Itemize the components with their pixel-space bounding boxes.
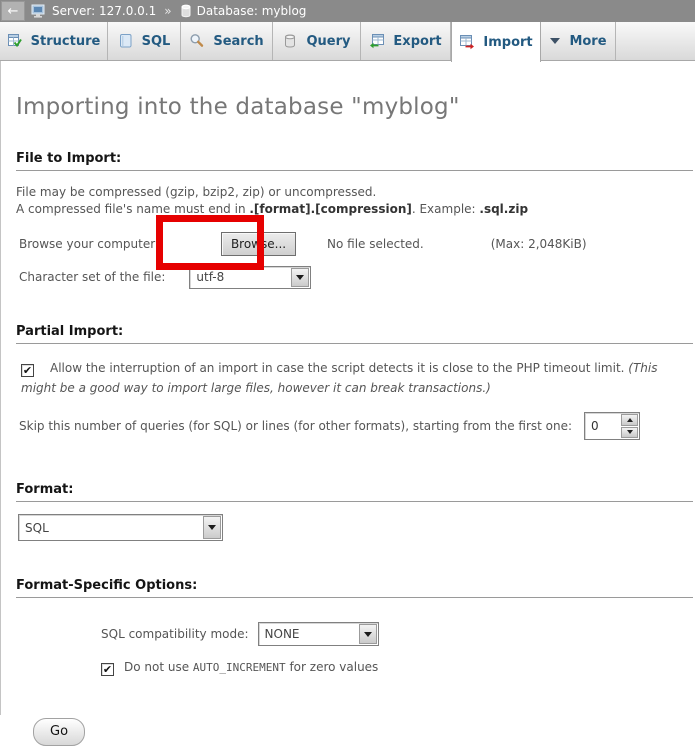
query-database-icon: [282, 33, 298, 49]
sql-compat-select[interactable]: NONE: [258, 622, 379, 646]
tab-label: Import: [483, 35, 532, 50]
tab-label: More: [569, 34, 606, 49]
chevron-down-icon: [296, 275, 304, 280]
tab-export[interactable]: Export: [361, 22, 451, 60]
structure-table-icon: [7, 33, 23, 49]
browse-label: Browse your computer:: [19, 237, 159, 251]
auto-increment-label-prefix: Do not use: [124, 660, 193, 674]
section-file-to-import: File to Import:: [16, 151, 693, 171]
tab-import[interactable]: Import: [451, 22, 541, 62]
breadcrumb-server-link[interactable]: Server: 127.0.0.1: [52, 4, 156, 18]
import-icon: [459, 34, 475, 50]
section-format: Format:: [16, 482, 693, 502]
sql-compat-selected-value: NONE: [259, 623, 358, 645]
charset-label: Character set of the file:: [19, 270, 165, 284]
breadcrumb-bar: ← Server: 127.0.0.1 » Database: myblog: [0, 0, 695, 22]
tab-query[interactable]: Query: [273, 22, 361, 60]
charset-dropdown-button[interactable]: [291, 268, 309, 287]
compression-line2-mid: . Example:: [412, 202, 480, 216]
breadcrumb-database-link[interactable]: Database: myblog: [197, 4, 307, 18]
chevron-down-icon: [364, 632, 372, 637]
compression-line1: File may be compressed (gzip, bzip2, zip…: [16, 185, 376, 199]
browse-button[interactable]: Browse...: [221, 232, 296, 256]
section-partial-import: Partial Import:: [16, 324, 693, 344]
tab-strip: Structure SQL Search Query: [0, 22, 695, 61]
tab-label: Export: [393, 34, 441, 49]
tab-label: Search: [213, 34, 263, 49]
section-format-specific-options: Format-Specific Options:: [16, 578, 693, 598]
allow-interrupt-checkbox[interactable]: ✔: [21, 364, 34, 377]
tab-structure[interactable]: Structure: [0, 22, 108, 60]
allow-interrupt-row: ✔ Allow the interruption of an import in …: [16, 358, 678, 398]
max-upload-size: (Max: 2,048KiB): [491, 237, 587, 251]
back-arrow-button[interactable]: ←: [1, 1, 25, 21]
compression-format-pattern: .[format].[compression]: [249, 202, 411, 216]
spinner-down-button[interactable]: [621, 427, 638, 439]
skip-queries-spinner: [584, 412, 640, 440]
server-icon: [31, 4, 47, 19]
chevron-up-icon: [627, 418, 633, 422]
compression-example: .sql.zip: [479, 202, 528, 216]
breadcrumb-separator: »: [164, 4, 171, 18]
tab-label: Query: [306, 34, 350, 49]
chevron-down-icon: [627, 430, 633, 434]
sql-compat-dropdown-button[interactable]: [359, 624, 377, 644]
breadcrumb: Server: 127.0.0.1 » Database: myblog: [31, 4, 306, 19]
charset-select[interactable]: utf-8: [189, 266, 311, 289]
format-selected-value: SQL: [19, 515, 202, 540]
auto-increment-keyword: AUTO_INCREMENT: [193, 661, 286, 674]
charset-selected-value: utf-8: [190, 267, 290, 288]
tab-label: SQL: [142, 34, 171, 49]
format-select[interactable]: SQL: [18, 514, 223, 541]
compression-line2-prefix: A compressed file's name must end in: [16, 202, 249, 216]
export-icon: [369, 33, 385, 49]
tab-more[interactable]: More: [541, 22, 616, 60]
sql-page-icon: [118, 33, 134, 49]
allow-interrupt-label: Allow the interruption of an import in c…: [50, 361, 628, 375]
auto-increment-label-suffix: for zero values: [286, 660, 379, 674]
spinner-up-button[interactable]: [621, 414, 638, 426]
database-icon: [180, 4, 192, 18]
tab-label: Structure: [31, 34, 101, 49]
tab-sql[interactable]: SQL: [108, 22, 181, 60]
go-button[interactable]: Go: [33, 718, 85, 746]
page-title: Importing into the database "myblog": [16, 61, 695, 120]
charset-row: Character set of the file: utf-8: [16, 265, 695, 289]
no-file-selected-text: No file selected.: [327, 237, 424, 251]
skip-queries-input[interactable]: [585, 413, 620, 439]
import-page: Importing into the database "myblog" Fil…: [0, 61, 695, 715]
skip-queries-row: Skip this number of queries (for SQL) or…: [16, 411, 695, 441]
search-icon: [189, 33, 205, 49]
tab-search[interactable]: Search: [181, 22, 273, 60]
skip-queries-label: Skip this number of queries (for SQL) or…: [19, 419, 572, 433]
chevron-down-icon: [208, 525, 216, 530]
auto-increment-row: ✔ Do not use AUTO_INCREMENT for zero valu…: [16, 659, 695, 676]
chevron-down-icon: [549, 37, 561, 45]
sql-compat-row: SQL compatibility mode: NONE: [16, 621, 695, 647]
file-upload-row: Browse your computer: Browse... No file …: [16, 231, 695, 257]
auto-increment-checkbox[interactable]: ✔: [101, 663, 114, 676]
sql-compat-label: SQL compatibility mode:: [101, 627, 249, 641]
compression-note: File may be compressed (gzip, bzip2, zip…: [16, 184, 695, 218]
format-dropdown-button[interactable]: [203, 516, 221, 539]
back-arrow-icon: ←: [8, 4, 19, 19]
